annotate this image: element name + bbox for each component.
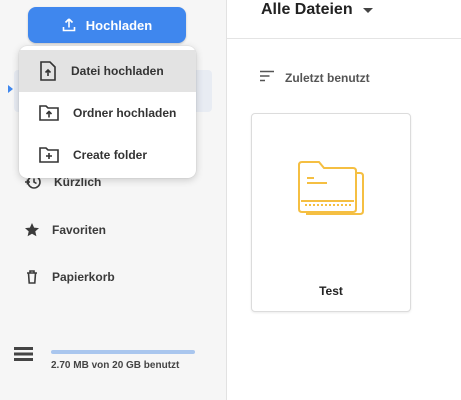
sidebar-item-label: Favoriten (52, 223, 107, 237)
sort-icon (259, 70, 275, 85)
menu-item-create-folder[interactable]: Create folder (19, 134, 196, 176)
location-dropdown[interactable]: Alle Dateien (261, 1, 373, 19)
folder-upload-icon (39, 105, 59, 121)
upload-button[interactable]: Hochladen (28, 7, 186, 43)
sort-label: Zuletzt benutzt (285, 70, 370, 85)
upload-menu: Datei hochladen Ordner hochladen Create … (19, 46, 196, 178)
folder-add-icon (39, 147, 59, 163)
storage-icon (14, 346, 34, 367)
folder-icon (297, 159, 365, 220)
folder-name: Test (319, 284, 343, 298)
menu-item-label: Ordner hochladen (73, 106, 177, 120)
chevron-down-icon (362, 7, 373, 13)
menu-item-label: Datei hochladen (71, 64, 164, 78)
upload-button-label: Hochladen (85, 17, 153, 33)
trash-icon (24, 269, 40, 285)
sidebar-item-label: Papierkorb (52, 270, 115, 284)
main-content: Alle Dateien Zuletzt benutzt Test (227, 0, 461, 400)
storage-usage-fill (51, 350, 195, 354)
folder-card[interactable]: Test (251, 113, 411, 312)
sidebar-item-trash[interactable]: Papierkorb (24, 265, 115, 289)
storage-usage-bar (51, 350, 195, 354)
menu-item-upload-file[interactable]: Datei hochladen (19, 50, 196, 92)
file-upload-icon (39, 61, 57, 81)
star-icon (24, 222, 40, 238)
upload-icon (62, 18, 76, 32)
page-title: Alle Dateien (261, 1, 353, 18)
menu-item-label: Create folder (73, 148, 148, 162)
menu-item-upload-folder[interactable]: Ordner hochladen (19, 92, 196, 134)
sort-control[interactable]: Zuletzt benutzt (259, 70, 370, 85)
sidebar-item-favorites[interactable]: Favoriten (24, 218, 106, 242)
top-bar: Alle Dateien (227, 0, 461, 39)
caret-right-icon (8, 85, 13, 93)
storage-usage-text: 2.70 MB von 20 GB benutzt (51, 360, 180, 371)
